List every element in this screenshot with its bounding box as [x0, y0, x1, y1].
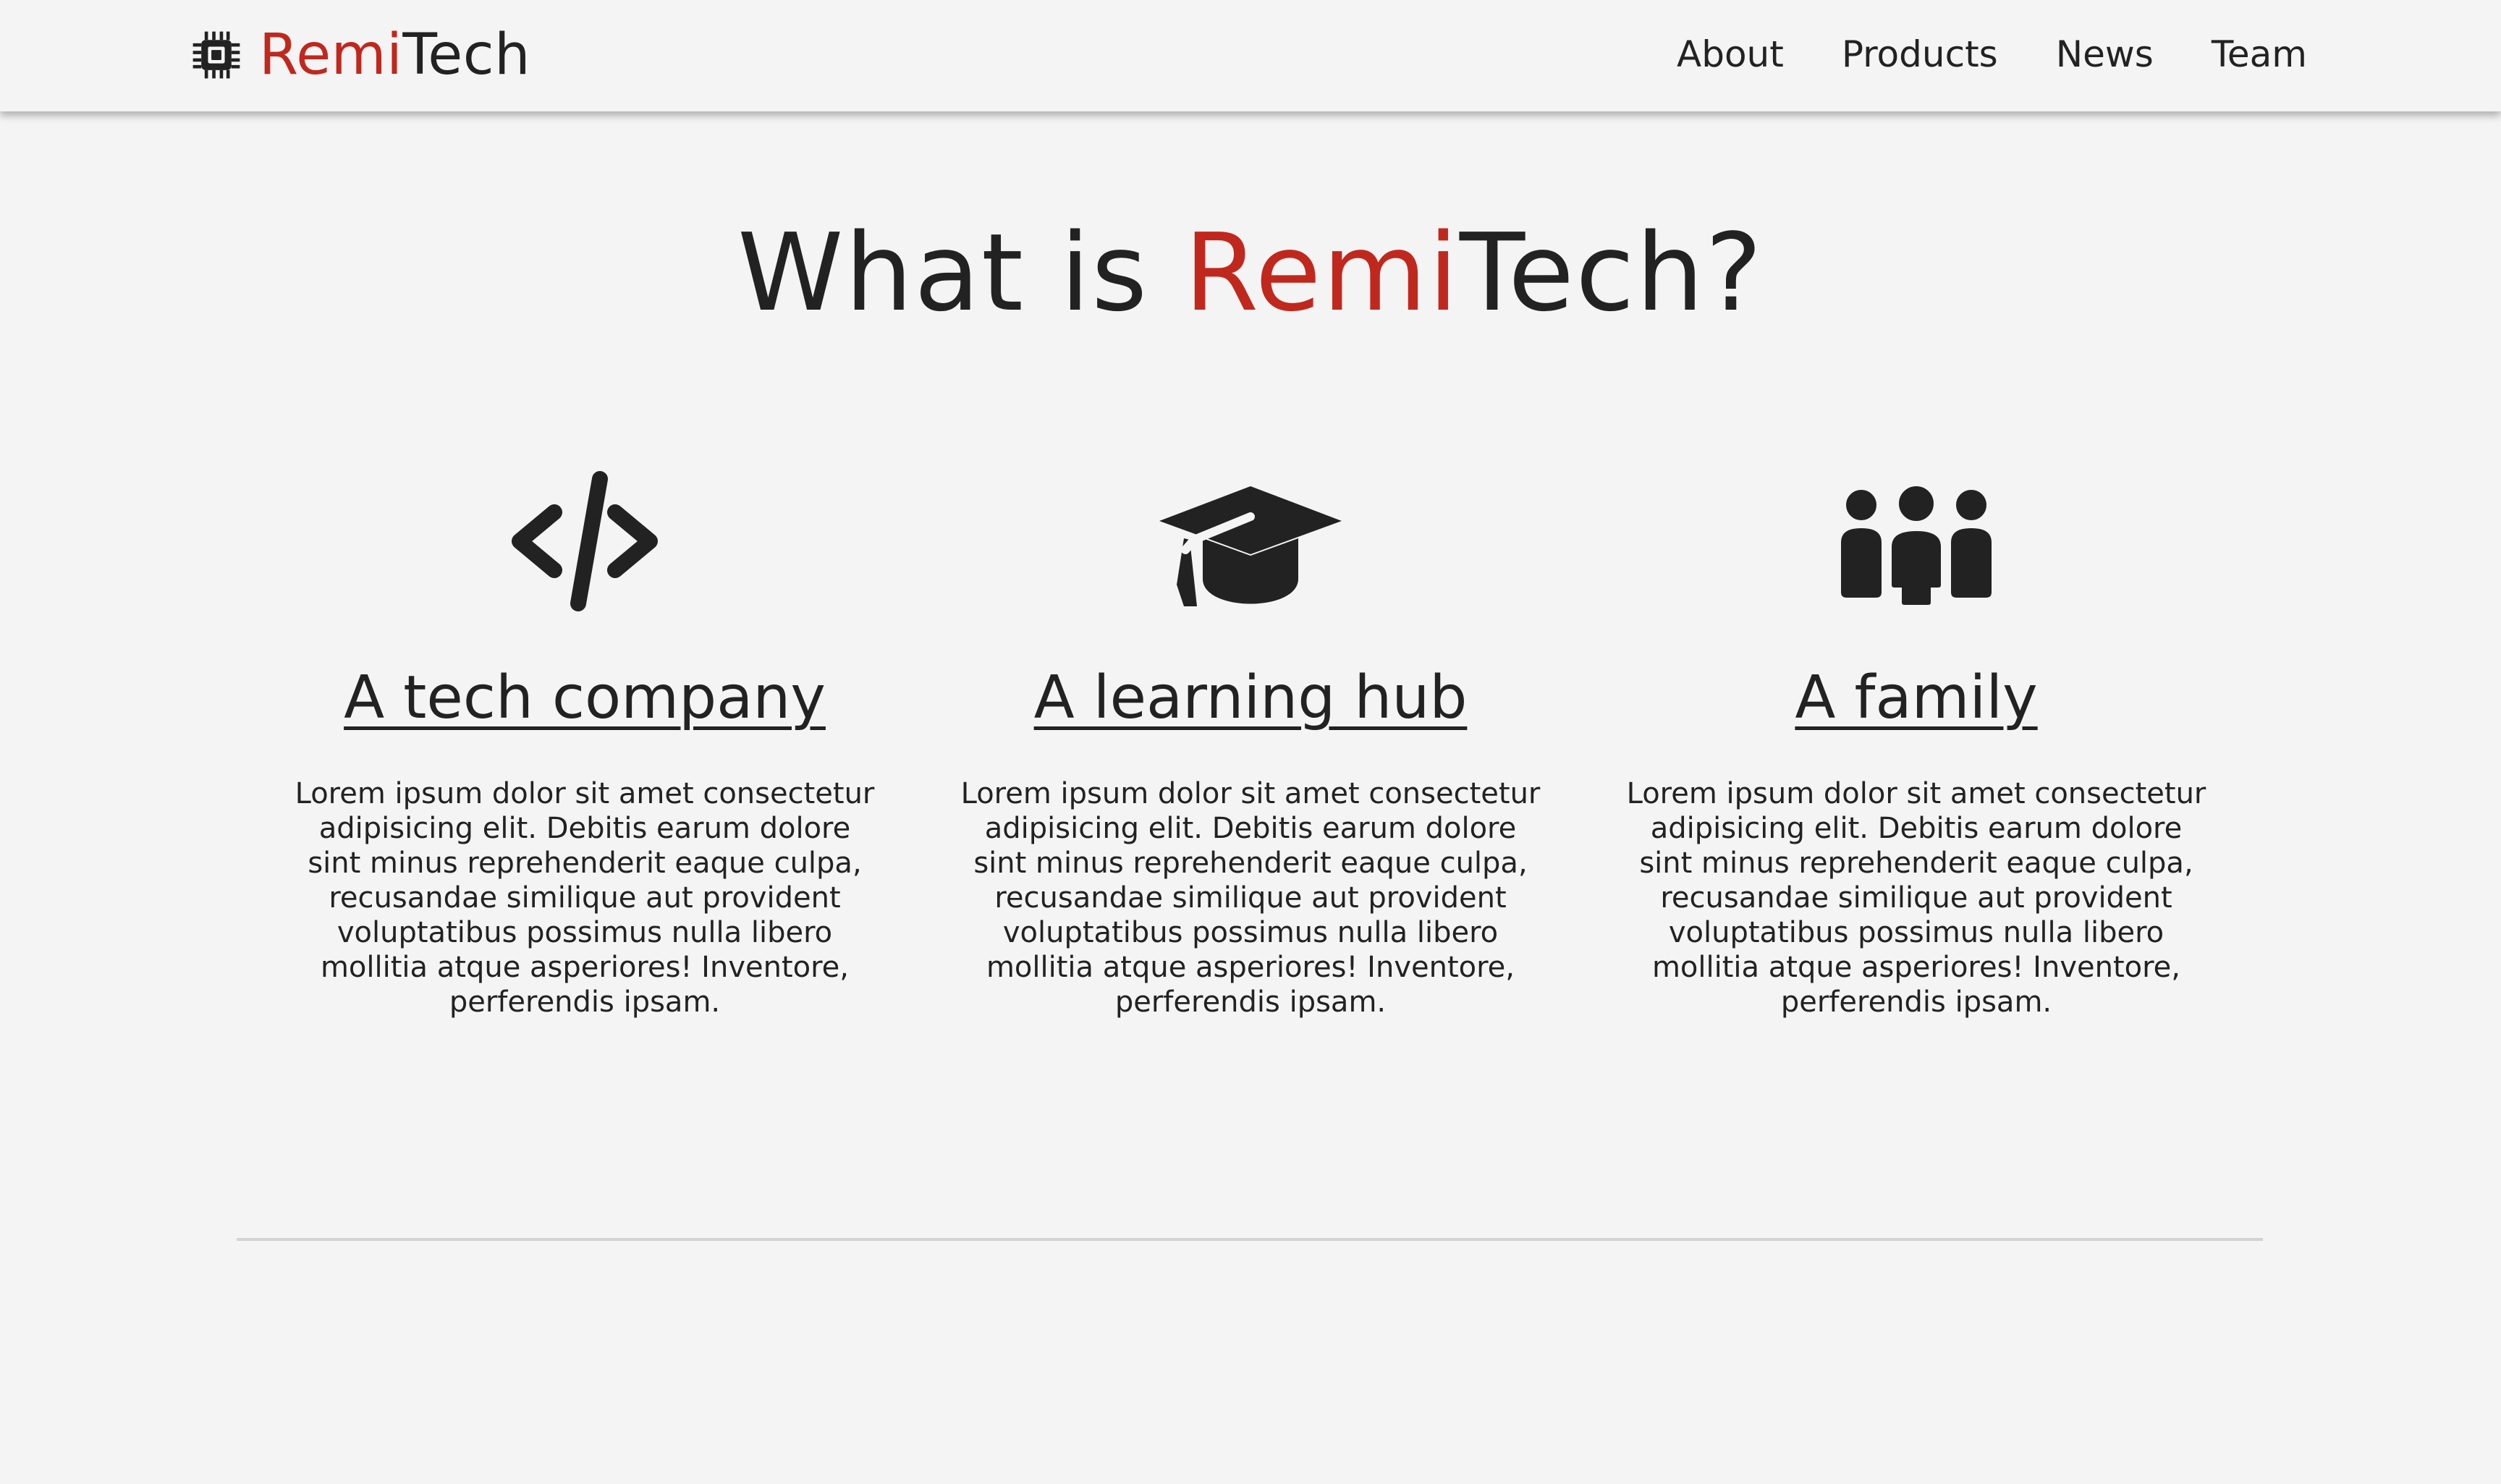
- title-prefix: What is: [737, 211, 1185, 335]
- feature-title[interactable]: A family: [1620, 662, 2213, 734]
- nav-link-products[interactable]: Products: [1842, 29, 1998, 80]
- feature-learning-hub: A learning hub Lorem ipsum dolor sit ame…: [954, 463, 1547, 1019]
- navbar: RemiTech About Products News Team: [0, 0, 2501, 111]
- nav-link-news[interactable]: News: [2056, 29, 2154, 80]
- title-brand-dark: Tech: [1459, 211, 1706, 335]
- title-suffix: ?: [1705, 211, 1764, 335]
- chip-icon: [192, 31, 240, 79]
- feature-tech-company: A tech company Lorem ipsum dolor sit ame…: [288, 463, 881, 1019]
- graduation-cap-icon: [1159, 486, 1342, 606]
- nav-link-team[interactable]: Team: [2212, 29, 2307, 80]
- people-group-icon: [1835, 480, 1997, 611]
- feature-family: A family Lorem ipsum dolor sit amet cons…: [1620, 463, 2213, 1019]
- feature-description: Lorem ipsum dolor sit amet consectetur a…: [295, 777, 875, 1019]
- main-nav: About Products News Team: [1677, 29, 2307, 80]
- nav-link-about[interactable]: About: [1677, 29, 1784, 80]
- page-title: What is RemiTech?: [0, 211, 2501, 334]
- feature-title[interactable]: A learning hub: [954, 662, 1547, 734]
- section-divider: [237, 1238, 2263, 1241]
- next-section-title-partial: [0, 1440, 2501, 1484]
- feature-description: Lorem ipsum dolor sit amet consectetur a…: [1626, 777, 2206, 1019]
- brand-name-red: Remi: [259, 22, 403, 88]
- brand-logo-link[interactable]: RemiTech: [190, 19, 530, 91]
- feature-description: Lorem ipsum dolor sit amet consectetur a…: [960, 777, 1541, 1019]
- code-icon: [512, 471, 658, 611]
- title-brand-red: Remi: [1184, 211, 1460, 335]
- brand-name: RemiTech: [259, 27, 530, 83]
- brand-name-dark: Tech: [402, 22, 531, 88]
- feature-title[interactable]: A tech company: [288, 662, 881, 734]
